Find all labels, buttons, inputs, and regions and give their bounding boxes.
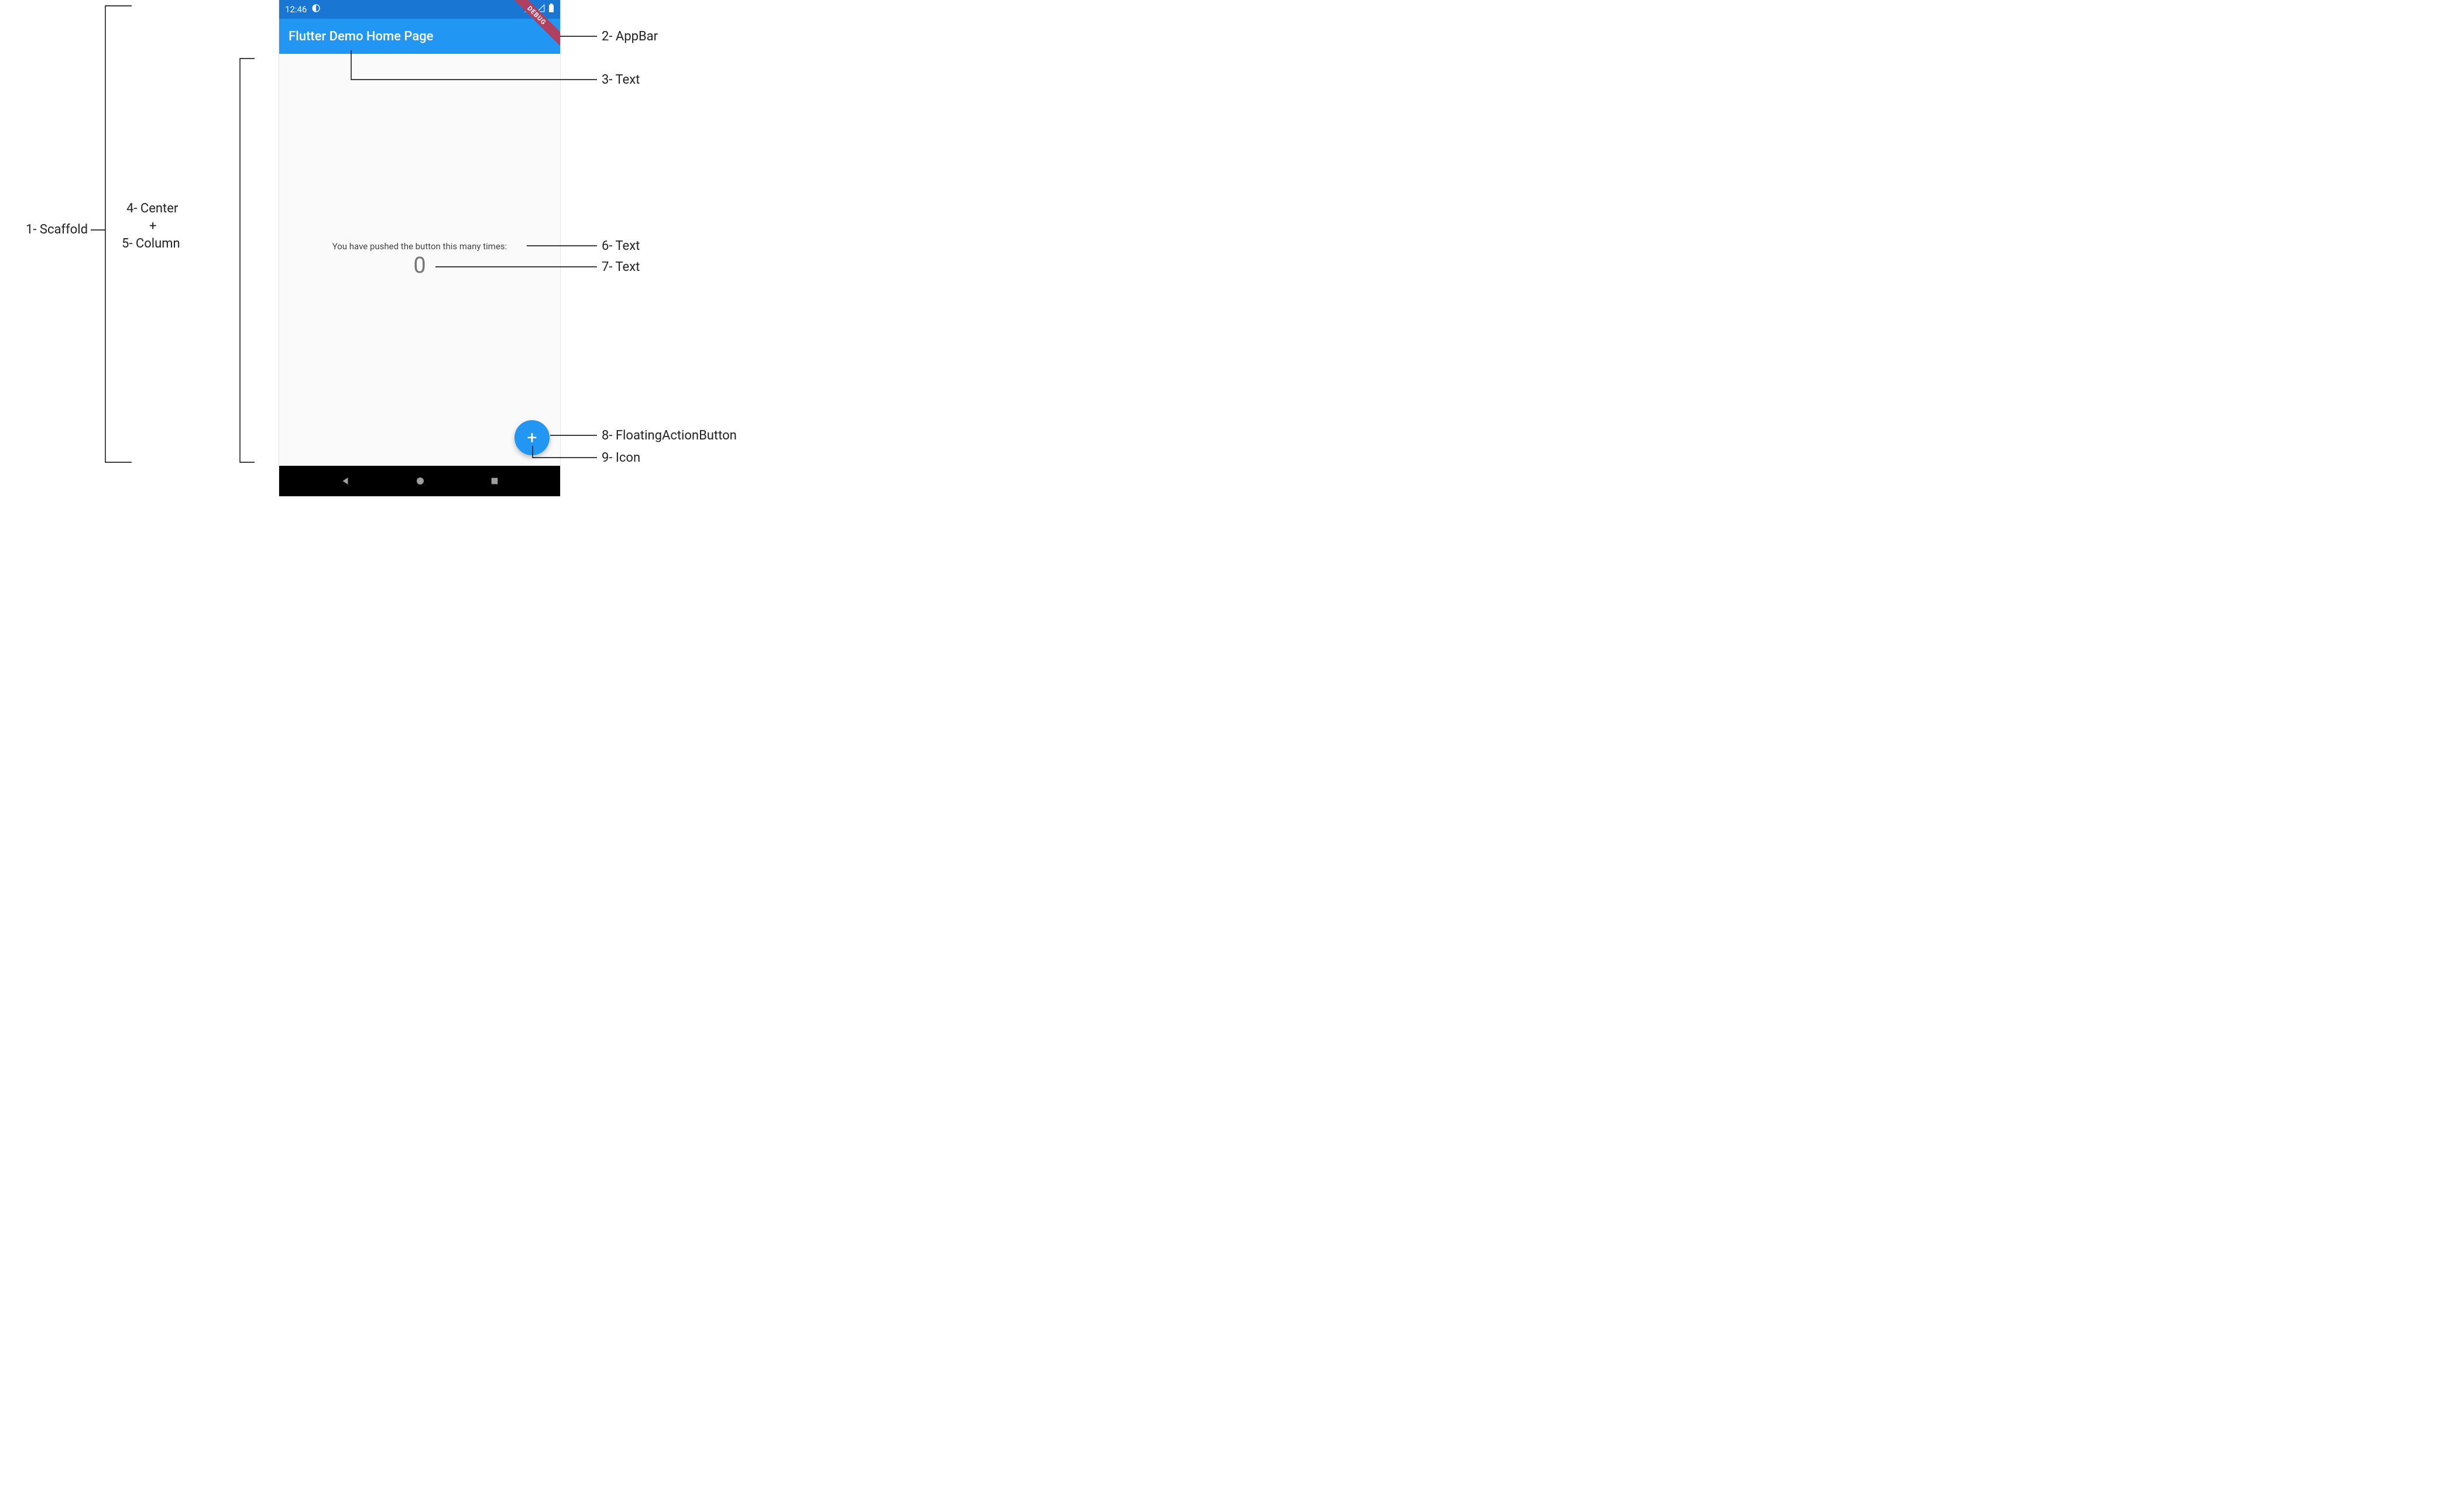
widget-tree-diagram: 12:46 DEBUG Flutter bbox=[0, 0, 860, 523]
nav-home-icon[interactable] bbox=[415, 476, 425, 486]
callout-fab: 8- FloatingActionButton bbox=[602, 428, 737, 443]
callout-text-body2: 7- Text bbox=[602, 260, 640, 274]
wifi-icon bbox=[524, 4, 533, 15]
callout-appbar: 2- AppBar bbox=[602, 29, 658, 44]
callout-scaffold: 1- Scaffold bbox=[26, 222, 88, 237]
callout-fab-icon: 9- Icon bbox=[602, 451, 640, 465]
phone-mockup: 12:46 DEBUG Flutter bbox=[279, 0, 560, 496]
flutter-icon bbox=[311, 4, 321, 15]
body-text-caption: You have pushed the button this many tim… bbox=[332, 241, 507, 252]
app-bar-title: Flutter Demo Home Page bbox=[289, 29, 433, 44]
callout-column: 5- Column bbox=[122, 236, 180, 251]
callout-center: 4- Center bbox=[126, 201, 178, 216]
plus-icon: + bbox=[527, 428, 537, 448]
callout-center-plus: + bbox=[149, 219, 156, 233]
callout-text-body1: 6- Text bbox=[602, 239, 640, 253]
battery-icon bbox=[548, 4, 554, 15]
status-time: 12:46 bbox=[285, 4, 307, 15]
scaffold-body: You have pushed the button this many tim… bbox=[279, 54, 560, 466]
floating-action-button[interactable]: + bbox=[514, 420, 550, 455]
callout-text-title: 3- Text bbox=[602, 73, 640, 87]
app-bar: Flutter Demo Home Page bbox=[279, 19, 560, 54]
android-nav-bar bbox=[279, 466, 560, 496]
body-text-counter: 0 bbox=[413, 253, 425, 279]
nav-recent-icon[interactable] bbox=[490, 476, 499, 486]
status-bar: 12:46 bbox=[279, 0, 560, 19]
cell-icon bbox=[537, 4, 545, 15]
nav-back-icon[interactable] bbox=[340, 476, 351, 486]
